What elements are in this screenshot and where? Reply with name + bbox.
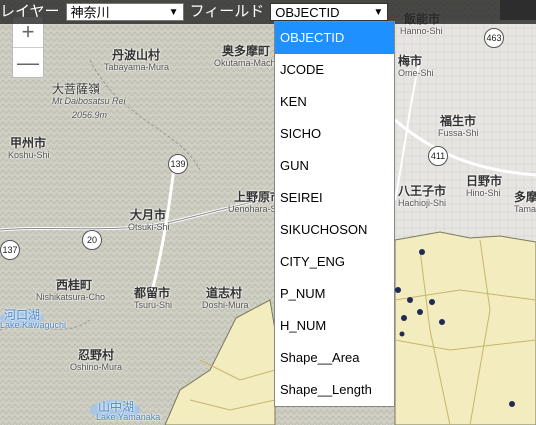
dropdown-option[interactable]: JCODE [275,54,394,86]
map-label: 甲州市 [10,136,47,150]
field-dropdown-list: OBJECTID JCODE KEN SICHO GUN SEIREI SIKUCHOSON… [274,21,395,407]
route-shield: 463 [484,28,504,48]
field-select[interactable]: OBJECTID ▼ [270,3,389,21]
map-label: 多摩 [514,190,536,204]
chevron-down-icon: ▼ [373,7,384,18]
map-label: 奥多摩町 [222,44,271,58]
dropdown-option[interactable]: CITY_ENG [275,246,394,278]
dropdown-option[interactable]: H_NUM [275,310,394,342]
route-shield: 137 [0,240,20,260]
map-label: 大月市 [130,208,167,222]
map-label-sub: Hanno-Shi [400,26,443,36]
map-label-sub: Hino-Shi [466,188,501,198]
map-label: 道志村 [206,286,243,300]
map-label-sub: Doshi-Mura [202,300,249,310]
dropdown-option[interactable]: GUN [275,150,394,182]
map-label: 忍野村 [78,348,115,362]
map-label-sub: Hachioji-Shi [398,198,447,208]
field-select-value: OBJECTID [275,5,340,20]
zoom-out-button[interactable]: — [13,48,43,78]
field-label: フィールド [189,3,265,20]
map-label: 日野市 [466,174,503,188]
map-label-sub: Fussa-Shi [438,128,479,138]
map-label-sub: Mt Daibosatsu Rei [52,96,126,106]
map-label-sub: Tsuru-Shi [134,300,173,310]
layer-label: レイヤー [0,3,60,20]
zoom-control: + — [12,16,44,78]
map-label-sub: Oshino-Mura [70,362,123,372]
map-label-sub: Okutama-Machi [214,58,278,68]
dropdown-option[interactable]: SIKUCHOSON [275,214,394,246]
map-label-sub: Koshu-Shi [8,150,50,160]
map-label-sub: Otsuki-Shi [128,222,170,232]
map-label-sub: 2056.9m [72,110,108,120]
dropdown-option[interactable]: KEN [275,86,394,118]
dropdown-option[interactable]: P_NUM [275,278,394,310]
map-label: 梅市 [398,54,423,68]
map-label-sub: Tama-Shi [514,204,536,214]
map-label: 丹波山村 [112,48,161,62]
layer-select[interactable]: 神奈川 ▼ [65,3,184,21]
map-label: 八王子市 [398,184,447,198]
chevron-down-icon: ▼ [168,7,179,18]
dropdown-option[interactable]: SICHO [275,118,394,150]
dropdown-option[interactable]: SEIREI [275,182,394,214]
layer-toolbar: レイヤー 神奈川 ▼ フィールド OBJECTID ▼ [0,0,536,24]
map-label: 大菩薩嶺 [52,82,101,96]
map-label-sub: Tabayama-Mura [104,62,170,72]
dropdown-option[interactable]: OBJECTID [275,22,394,54]
dropdown-option[interactable]: Shape__Length [275,374,394,406]
route-shield: 20 [82,230,102,250]
route-shield: 139 [168,154,188,174]
map-label: 福生市 [440,114,477,128]
dropdown-option[interactable]: Shape__Area [275,342,394,374]
layer-select-value: 神奈川 [70,5,110,20]
map-label: 都留市 [134,286,171,300]
map-label-sub: Lake Kawaguchi [0,320,67,330]
map-label: 西桂町 [56,278,93,292]
map-label-sub: Lake Yamanaka [96,412,161,422]
map-label-sub: Nishikatsura-Cho [36,292,106,302]
route-shield: 411 [428,146,448,166]
map-label-sub: Ome-Shi [398,68,434,78]
